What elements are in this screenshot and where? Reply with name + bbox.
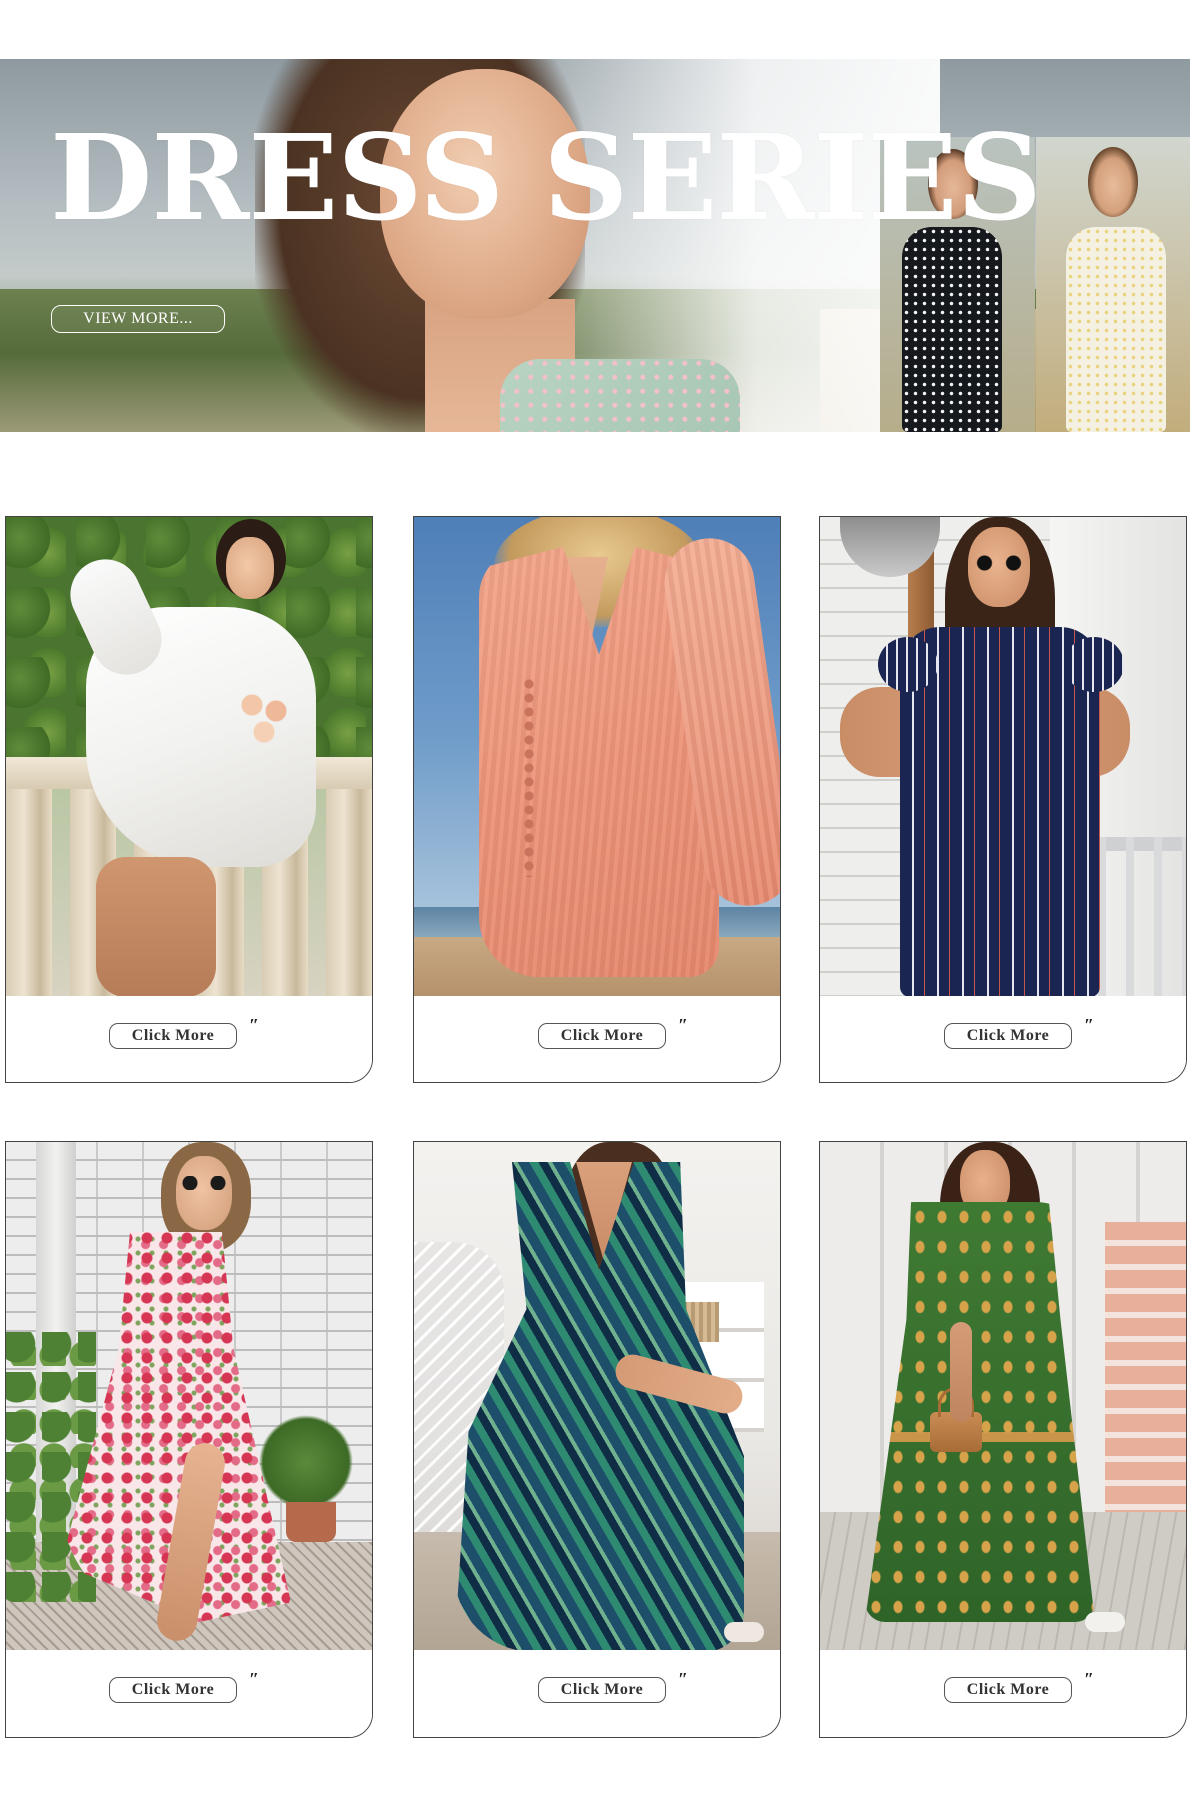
click-more-button[interactable]: Click More [944, 1023, 1072, 1049]
product-card-footer: Click More ″ [414, 1650, 780, 1737]
quote-mark: ″ [1084, 1015, 1094, 1035]
product-card-footer: Click More ″ [820, 1650, 1186, 1737]
click-more-button[interactable]: Click More [109, 1677, 237, 1703]
dress-buttons [524, 677, 534, 877]
product-card-footer: Click More ″ [414, 996, 780, 1082]
click-more-button[interactable]: Click More [109, 1023, 237, 1049]
model-legs [96, 857, 216, 997]
banner-title: DRESS SERIES [50, 108, 1042, 247]
product-card[interactable]: Click More ″ [819, 1141, 1187, 1738]
product-card[interactable]: Click More ″ [5, 516, 373, 1083]
click-more-button[interactable]: Click More [538, 1023, 666, 1049]
click-more-button[interactable]: Click More [944, 1677, 1072, 1703]
quote-mark: ″ [249, 1015, 259, 1035]
view-more-button[interactable]: VIEW MORE... [51, 305, 225, 333]
product-photo-peach-dress[interactable] [414, 517, 780, 997]
product-photo-green-printed-dress[interactable] [820, 1142, 1186, 1652]
quote-mark: ″ [678, 1669, 688, 1689]
product-card[interactable]: Click More ″ [413, 1141, 781, 1738]
product-card-footer: Click More ″ [6, 1650, 372, 1737]
thumbnail-model-head [1088, 147, 1138, 217]
product-card[interactable]: Click More ″ [5, 1141, 373, 1738]
sandal [724, 1622, 764, 1642]
quote-mark: ″ [249, 1669, 259, 1689]
dress-puff-sleeve [1064, 637, 1124, 692]
hero-banner: DRESS SERIES VIEW MORE... [0, 59, 1190, 432]
product-photo-white-dress[interactable] [6, 517, 372, 997]
product-photo-pink-floral-dress[interactable] [6, 1142, 372, 1652]
quote-mark: ″ [678, 1015, 688, 1035]
thumbnail-white-dress [1066, 227, 1166, 432]
product-card[interactable]: Click More ″ [413, 516, 781, 1083]
model-arm [950, 1322, 972, 1422]
model-face [176, 1156, 232, 1230]
quote-mark: ″ [1084, 1669, 1094, 1689]
thumbnail-black-dress [902, 227, 1002, 432]
flower-bouquet [234, 687, 294, 747]
product-photo-navy-dress[interactable] [820, 517, 1186, 997]
sunglasses [970, 555, 1028, 571]
product-card-footer: Click More ″ [6, 996, 372, 1082]
product-card-footer: Click More ″ [820, 996, 1186, 1082]
banner-model-floral-blouse [500, 359, 740, 432]
product-card[interactable]: Click More ″ [819, 516, 1187, 1083]
click-more-button[interactable]: Click More [538, 1677, 666, 1703]
plant-pot [286, 1502, 336, 1542]
sunglasses [176, 1176, 232, 1190]
dress-puff-sleeve [878, 637, 938, 692]
product-photo-palm-print-dress[interactable] [414, 1142, 780, 1652]
model-face [226, 537, 274, 599]
distant-building [1105, 1222, 1186, 1512]
sneaker [1085, 1612, 1125, 1632]
banner-thumbnail-white-floral-dress [1036, 137, 1190, 432]
